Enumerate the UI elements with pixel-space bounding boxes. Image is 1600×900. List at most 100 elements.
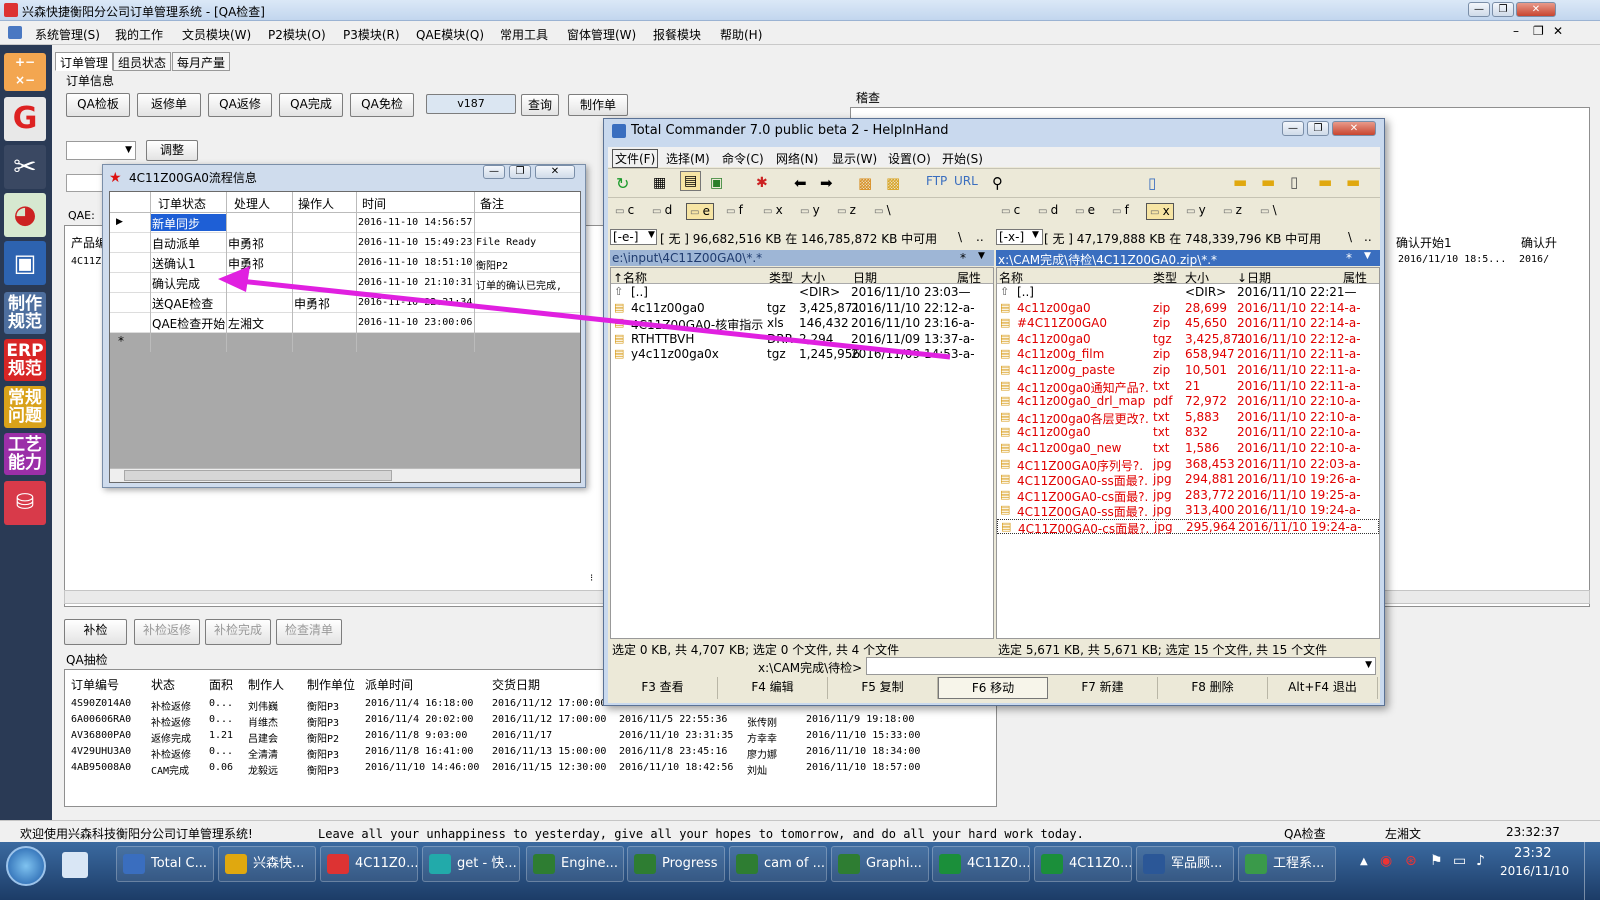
left-header-size[interactable]: 大小	[801, 269, 825, 286]
file-row[interactable]: ▤ 4c11z00ga0_new txt 1,586 2016/11/10 22:10-…	[997, 441, 1379, 456]
dock-save-icon[interactable]: ▣	[4, 241, 46, 285]
drive-button[interactable]: ▭ d	[649, 203, 675, 220]
fkey-button[interactable]: F7 新建	[1048, 677, 1158, 699]
pack-icon[interactable]: ▩	[858, 174, 872, 192]
menu-qae[interactable]: QAE模块(Q)	[416, 26, 484, 43]
taskbar-item[interactable]: 工程系...	[1238, 846, 1336, 882]
adjust-button[interactable]: 调整	[146, 140, 198, 161]
right-up-button[interactable]: ..	[1364, 230, 1372, 244]
tc-menu-file[interactable]: 文件(F)	[612, 149, 659, 168]
refresh-icon[interactable]: ↻	[616, 174, 629, 193]
file-row[interactable]: ▤ y4c11z00ga0x tgz 1,245,956 2016/11/09 14:5…	[611, 347, 993, 362]
file-row[interactable]: ▤ 4c11z00ga0 tgz 3,425,871 2016/11/10 22:12-…	[997, 332, 1379, 347]
maximize-button[interactable]: ❐	[1492, 2, 1514, 17]
flow-row[interactable]: 送QAE检查 申勇祁 2016-11-10 22:21:34	[110, 293, 580, 313]
drive-button[interactable]: ▭ x	[760, 203, 786, 220]
right-filter-icon[interactable]: *	[1346, 251, 1352, 265]
menu-my-work[interactable]: 我的工作	[115, 26, 163, 43]
pinned-calculator-icon[interactable]	[62, 852, 88, 878]
full-view-icon[interactable]: ▤	[680, 171, 702, 191]
file-row[interactable]: ▤ 4C11Z00GA0-cs面最?. jpg 295,964 2016/11/10 1…	[997, 519, 1379, 536]
left-file-list[interactable]: ↑名称 类型 大小 日期 属性 ⇧ [..] <DIR> 2016/11/10 23:…	[610, 267, 994, 639]
menu-p2[interactable]: P2模块(O)	[268, 26, 326, 43]
rework-order-button[interactable]: 返修单	[137, 93, 201, 117]
drive-button[interactable]: ▭ e	[686, 203, 715, 220]
minimize-button[interactable]: —	[1468, 2, 1490, 17]
folder-icon-4[interactable]: ▬	[1346, 173, 1360, 191]
drive-button[interactable]: ▭ e	[1072, 203, 1098, 220]
left-header-attr[interactable]: 属性	[957, 269, 981, 286]
right-history-icon[interactable]: ▼	[1364, 251, 1371, 261]
dock-erp-spec[interactable]: ERP 规范	[4, 339, 46, 381]
file-row[interactable]: ▤ 4c11z00ga0 tgz 3,425,871 2016/11/10 22:12-…	[611, 301, 993, 316]
tc-close-button[interactable]: ✕	[1332, 121, 1376, 136]
taskbar-item[interactable]: 4C11Z0...	[1034, 846, 1132, 882]
taskbar-item[interactable]: Graphi...	[831, 846, 929, 882]
menu-clerk[interactable]: 文员模块(W)	[182, 26, 251, 43]
flow-row[interactable]: 自动派单 申勇祁 2016-11-10 15:49:23 File Ready	[110, 233, 580, 253]
mdi-close-icon[interactable]: ✕	[1553, 24, 1563, 38]
close-button[interactable]: ✕	[1516, 2, 1556, 17]
file-row[interactable]: ▤ 4c11z00g_film zip 658,947 2016/11/10 22:11…	[997, 347, 1379, 362]
file-row[interactable]: ▤ 4C11Z00GA0-核审指示 xls 146,432 2016/11/10 23:…	[611, 316, 993, 332]
flow-close-button[interactable]: ✕	[535, 165, 575, 179]
flow-row[interactable]: 确认完成 2016-11-10 21:10:31 订单的确认已完成,	[110, 273, 580, 293]
dock-common-issues[interactable]: 常规 问题	[4, 386, 46, 428]
drive-button[interactable]: ▭ \	[871, 203, 894, 220]
ftp-icon[interactable]: FTP	[926, 174, 947, 188]
tc-menu-settings[interactable]: 设置(O)	[888, 150, 931, 167]
drive-button[interactable]: ▭ \	[1257, 203, 1280, 220]
clock-date[interactable]: 2016/11/10	[1500, 864, 1569, 878]
forward-icon[interactable]: ➡	[820, 174, 833, 192]
left-header-type[interactable]: 类型	[769, 269, 793, 286]
fkey-button[interactable]: F8 删除	[1158, 677, 1268, 699]
drive-button[interactable]: ▭ y	[1183, 203, 1209, 220]
file-row[interactable]: ▤ 4c11z00ga0通知产品?. txt 21 2016/11/10 22:11-a…	[997, 379, 1379, 395]
taskbar-item[interactable]: get - 快...	[422, 846, 520, 882]
taskbar-item[interactable]: Total C...	[116, 846, 214, 882]
taskbar-item[interactable]: Progress	[627, 846, 725, 882]
notepad-icon[interactable]: ▯	[1148, 174, 1156, 192]
tray-flag-icon[interactable]: ⚑	[1430, 853, 1443, 869]
flow-scroll-thumb[interactable]	[124, 470, 392, 481]
file-icon[interactable]: ▯	[1290, 173, 1298, 191]
flow-minimize-button[interactable]: —	[483, 165, 505, 179]
dock-grid-icon[interactable]: +− ×−	[4, 53, 46, 91]
flow-grid[interactable]: 订单状态 处理人 操作人 时间 备注 ▶ 新单同步 2016-11-10 14:56…	[109, 191, 581, 483]
right-root-button[interactable]: \	[1348, 230, 1352, 244]
fkey-button[interactable]: F5 复制	[828, 677, 938, 699]
left-filter-icon[interactable]: *	[960, 251, 966, 265]
file-row[interactable]: ▤ 4c11z00ga0_drl_map pdf 72,972 2016/11/10 2…	[997, 394, 1379, 409]
find-icon[interactable]: ⚲	[992, 174, 1003, 192]
drive-button[interactable]: ▭ y	[797, 203, 823, 220]
tab-order-management[interactable]: 订单管理	[55, 52, 114, 71]
fkey-button[interactable]: F3 查看	[608, 677, 718, 699]
drive-button[interactable]: ▭ z	[834, 203, 859, 220]
checklist-button[interactable]: 检查清单	[276, 619, 342, 645]
drive-button[interactable]: ▭ f	[723, 203, 746, 220]
taskbar-item[interactable]: 兴森快...	[218, 846, 316, 882]
brief-view-icon[interactable]: ▦	[653, 175, 666, 191]
taskbar-item[interactable]: 4C11Z0...	[320, 846, 418, 882]
left-history-icon[interactable]: ▼	[978, 251, 985, 261]
left-root-button[interactable]: \	[958, 230, 962, 244]
flow-maximize-button[interactable]: ❐	[509, 165, 531, 179]
tray-expand-icon[interactable]: ▲	[1360, 856, 1368, 867]
query-button[interactable]: 查询	[521, 94, 559, 116]
tray-app-icon[interactable]: ◉	[1380, 853, 1392, 869]
qa-exempt-button[interactable]: QA免检	[350, 93, 414, 117]
dock-tools-icon[interactable]: ✂	[4, 145, 46, 189]
recheck-rework-button[interactable]: 补检返修	[134, 619, 200, 645]
file-row[interactable]: ▤ 4c11z00ga0 zip 28,699 2016/11/10 22:14-a-	[997, 301, 1379, 316]
taskbar-item[interactable]: Engine...	[526, 846, 624, 882]
folder-icon-3[interactable]: ▬	[1318, 173, 1332, 191]
flow-hscrollbar[interactable]	[110, 468, 580, 482]
tray-network-icon[interactable]: ▭	[1453, 853, 1466, 869]
folder-icon-2[interactable]: ▬	[1261, 173, 1275, 191]
file-row[interactable]: ▤ #4C11Z00GA0 zip 45,650 2016/11/10 22:14-a-	[997, 316, 1379, 331]
menu-help[interactable]: 帮助(H)	[720, 26, 762, 43]
right-header-attr[interactable]: 属性	[1343, 269, 1367, 286]
drive-button[interactable]: ▭ x	[1146, 203, 1174, 220]
tc-menu-view[interactable]: 显示(W)	[832, 150, 877, 167]
menu-tools[interactable]: 常用工具	[500, 26, 548, 43]
